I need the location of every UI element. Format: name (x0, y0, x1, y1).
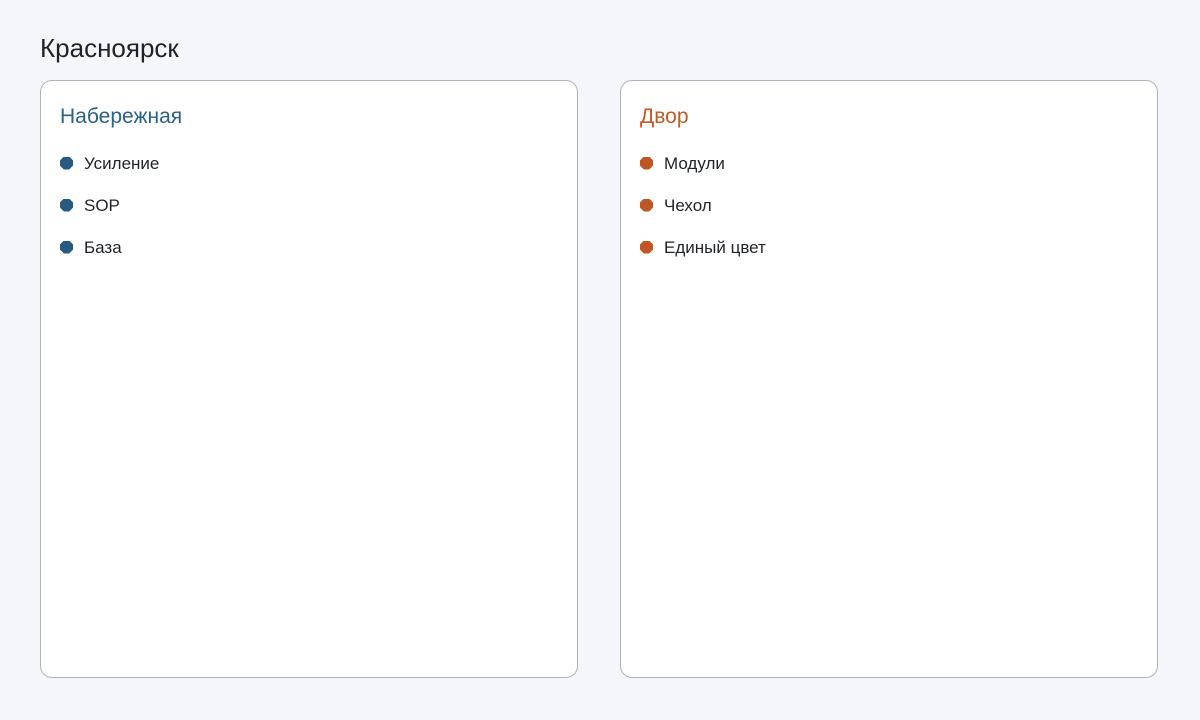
list-item: Усиление (60, 143, 159, 185)
bullet-icon (640, 240, 653, 254)
item-list: Усиление SOP База (60, 151, 159, 269)
list-item: База (60, 227, 159, 269)
list-item-label: Модули (664, 154, 725, 173)
bullet-icon (640, 156, 653, 170)
bullet-icon (60, 156, 73, 170)
list-item-label: База (84, 238, 122, 257)
bullet-icon (60, 198, 73, 212)
list-item-label: Единый цвет (664, 238, 766, 257)
list-item-label: Чехол (664, 196, 712, 215)
bullet-icon (60, 240, 73, 254)
list-item: SOP (60, 185, 159, 227)
column-card-naberezhnaya: Набережная Усиление SOP База (40, 80, 578, 678)
column-card-dvor: Двор Модули Чехол Единый цвет (620, 80, 1158, 678)
page-title: Красноярск (40, 33, 179, 63)
list-item-label: Усиление (84, 154, 160, 173)
column-title: Набережная (60, 105, 183, 128)
bullet-icon (640, 198, 653, 212)
list-item-label: SOP (84, 196, 120, 215)
list-item: Модули (640, 143, 766, 185)
item-list: Модули Чехол Единый цвет (640, 151, 766, 269)
list-item: Чехол (640, 185, 766, 227)
column-title: Двор (640, 105, 689, 128)
list-item: Единый цвет (640, 227, 766, 269)
